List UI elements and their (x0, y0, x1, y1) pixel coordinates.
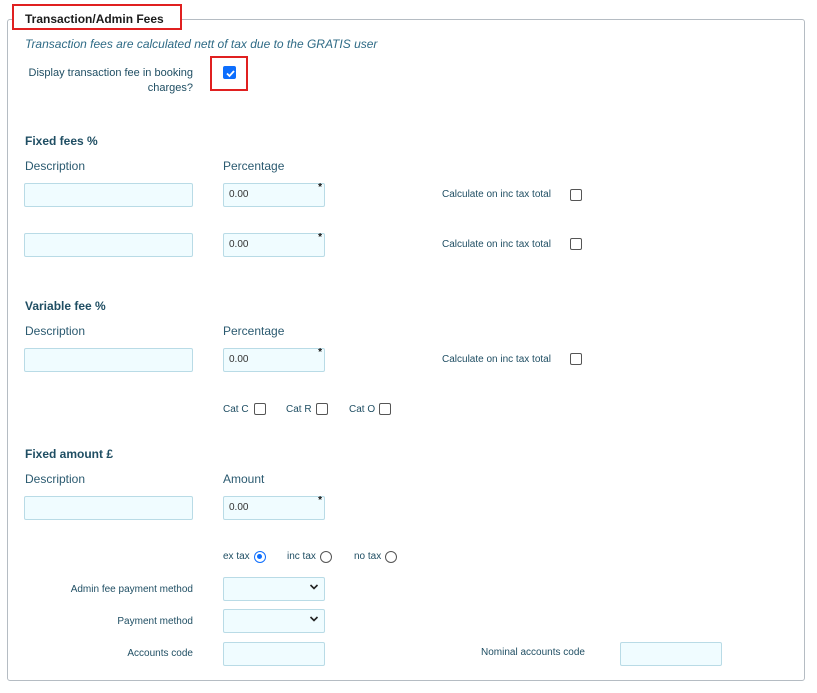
nominal-accounts-code-input[interactable] (620, 642, 722, 666)
chevron-down-icon (309, 584, 319, 590)
variable-fee-percentage-header: Percentage (223, 324, 285, 338)
cat-o-checkbox[interactable] (379, 403, 391, 415)
variable-fee-percentage-value: 0.00 (229, 354, 249, 365)
fixed-fee-2-inc-tax-checkbox[interactable] (570, 238, 582, 250)
fixed-amount-amount-header: Amount (223, 472, 265, 486)
required-marker: * (318, 182, 322, 193)
check-icon (226, 70, 235, 78)
variable-fee-description-input[interactable] (24, 348, 193, 372)
cat-c-checkbox[interactable] (254, 403, 266, 415)
chevron-down-icon (309, 616, 319, 622)
fixed-fees-percentage-header: Percentage (223, 159, 285, 173)
section-title: Transaction/Admin Fees (12, 4, 182, 30)
display-fee-checkbox[interactable] (223, 66, 236, 79)
cat-r-checkbox[interactable] (316, 403, 328, 415)
fixed-fees-description-header: Description (25, 159, 86, 173)
fixed-amount-amount-value: 0.00 (229, 502, 249, 513)
admin-fee-payment-method-label: Admin fee payment method (70, 584, 193, 595)
ex-tax-radio[interactable] (254, 551, 266, 563)
variable-fee-heading: Variable fee % (25, 299, 106, 313)
accounts-code-label: Accounts code (127, 648, 193, 659)
fixed-fee-2-inc-tax-label: Calculate on inc tax total (442, 239, 551, 250)
inc-tax-radio[interactable] (320, 551, 332, 563)
fixed-amount-amount-input[interactable]: 0.00 * (223, 495, 325, 520)
fixed-fee-1-percentage-input[interactable]: 0.00 * (223, 182, 325, 207)
fixed-fee-1-inc-tax-label: Calculate on inc tax total (442, 189, 551, 200)
no-tax-radio[interactable] (385, 551, 397, 563)
cat-r-label: Cat R (286, 404, 312, 415)
fixed-amount-heading: Fixed amount £ (25, 447, 114, 461)
fixed-amount-description-header: Description (25, 472, 86, 486)
accounts-code-input[interactable] (223, 642, 325, 666)
cat-c-label: Cat C (223, 404, 249, 415)
fixed-fee-2-description-input[interactable] (24, 233, 193, 257)
variable-fee-inc-tax-checkbox[interactable] (570, 353, 582, 365)
fixed-fee-1-description-input[interactable] (24, 183, 193, 207)
fixed-fee-1-inc-tax-checkbox[interactable] (570, 189, 582, 201)
variable-fee-percentage-input[interactable]: 0.00 * (223, 347, 325, 372)
required-marker: * (318, 347, 322, 358)
fixed-fees-heading: Fixed fees % (25, 134, 98, 148)
payment-method-select[interactable] (223, 609, 325, 633)
cat-o-label: Cat O (349, 404, 376, 415)
nominal-accounts-code-label: Nominal accounts code (481, 647, 585, 658)
ex-tax-label: ex tax (223, 551, 250, 562)
fixed-amount-description-input[interactable] (24, 496, 193, 520)
no-tax-label: no tax (354, 551, 382, 562)
inc-tax-label: inc tax (287, 551, 316, 562)
admin-fee-payment-method-select[interactable] (223, 577, 325, 601)
variable-fee-description-header: Description (25, 324, 86, 338)
fixed-fee-2-percentage-value: 0.00 (229, 239, 249, 250)
required-marker: * (318, 495, 322, 506)
tax-note: Transaction fees are calculated nett of … (25, 37, 378, 51)
fixed-fee-2-percentage-input[interactable]: 0.00 * (223, 232, 325, 257)
variable-fee-inc-tax-label: Calculate on inc tax total (442, 354, 551, 365)
payment-method-label: Payment method (117, 616, 193, 627)
display-fee-label: Display transaction fee in booking charg… (28, 67, 193, 94)
required-marker: * (318, 232, 322, 243)
fixed-fee-1-percentage-value: 0.00 (229, 189, 249, 200)
